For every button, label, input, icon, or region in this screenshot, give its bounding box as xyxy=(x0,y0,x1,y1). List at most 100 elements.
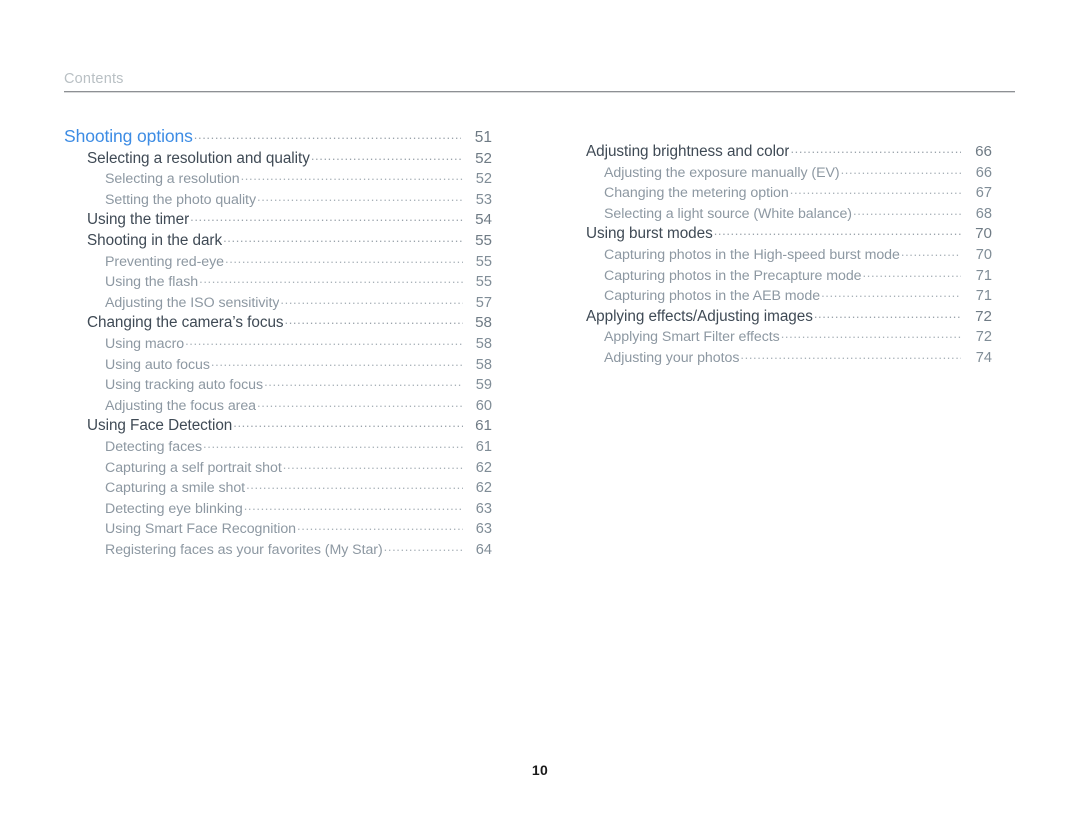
toc-entry-label: Registering faces as your favorites (My … xyxy=(105,541,383,558)
toc-dot-leader xyxy=(225,250,463,266)
toc-entry[interactable]: Detecting eye blinking 63 xyxy=(105,497,492,518)
toc-entry[interactable]: Shooting options 51 xyxy=(64,126,492,147)
toc-entry-page-number: 58 xyxy=(475,335,492,352)
toc-entry[interactable]: Selecting a resolution and quality 52 xyxy=(87,147,492,168)
toc-entry-label: Adjusting the focus area xyxy=(105,397,257,414)
toc-entry[interactable]: Using Smart Face Recognition 63 xyxy=(105,517,492,538)
toc-entry[interactable]: Adjusting the focus area 60 xyxy=(105,394,492,415)
toc-entry[interactable]: Shooting in the dark 55 xyxy=(87,229,492,250)
toc-dot-leader xyxy=(283,456,463,472)
toc-entry[interactable]: Using burst modes 70 xyxy=(586,222,992,243)
toc-entry-label: Adjusting your photos xyxy=(604,349,740,366)
toc-dot-leader xyxy=(714,222,961,238)
toc-dot-leader xyxy=(853,202,961,218)
toc-entry-label: Setting the photo quality xyxy=(105,191,256,208)
toc-dot-leader xyxy=(233,414,463,430)
toc-dot-leader xyxy=(257,394,463,410)
toc-entry-label: Capturing a self portrait shot xyxy=(105,459,282,476)
toc-dot-leader xyxy=(194,126,461,142)
toc-entry[interactable]: Applying Smart Filter effects 72 xyxy=(604,325,992,346)
toc-entry-page-number: 64 xyxy=(475,541,492,558)
toc-entry-label: Capturing a smile shot xyxy=(105,480,246,497)
toc-dot-leader xyxy=(241,167,463,183)
toc-dot-leader xyxy=(901,243,961,259)
toc-dot-leader xyxy=(814,305,961,321)
toc-entry-page-number: 62 xyxy=(475,480,492,497)
toc-dot-leader xyxy=(297,517,463,533)
toc-entry-label: Adjusting the exposure manually (EV) xyxy=(604,164,840,181)
toc-entry[interactable]: Adjusting your photos 74 xyxy=(604,346,992,367)
toc-dot-leader xyxy=(199,270,463,286)
toc-entry-label: Preventing red-eye xyxy=(105,253,224,270)
toc-dot-leader xyxy=(211,353,463,369)
toc-entry-page-number: 54 xyxy=(475,211,492,229)
toc-dot-leader xyxy=(244,497,463,513)
toc-dot-leader xyxy=(185,332,463,348)
toc-entry[interactable]: Adjusting brightness and color 66 xyxy=(586,140,992,161)
toc-column-right: Adjusting brightness and color66Adjustin… xyxy=(586,140,992,367)
folio-page-number: 10 xyxy=(531,762,549,778)
toc-entry-label: Shooting in the dark xyxy=(87,231,223,249)
toc-entry-label: Selecting a resolution xyxy=(105,171,240,188)
header-divider xyxy=(64,91,1015,93)
toc-entry-page-number: 74 xyxy=(975,349,992,366)
toc-entry[interactable]: Capturing photos in the AEB mode 71 xyxy=(604,284,992,305)
toc-entry[interactable]: Setting the photo quality 53 xyxy=(105,188,492,209)
page-header: Contents xyxy=(64,70,1015,93)
toc-dot-leader xyxy=(781,325,961,341)
toc-entry[interactable]: Detecting faces 61 xyxy=(105,435,492,456)
toc-entry[interactable]: Using tracking auto focus 59 xyxy=(105,373,492,394)
toc-entry[interactable]: Changing the metering option 67 xyxy=(604,181,992,202)
toc-entry-label: Detecting eye blinking xyxy=(105,500,243,517)
toc-entry-page-number: 66 xyxy=(975,143,992,160)
toc-entry-page-number: 55 xyxy=(475,274,492,291)
toc-entry-page-number: 70 xyxy=(975,225,992,243)
toc-entry[interactable]: Changing the camera’s focus 58 xyxy=(87,311,492,332)
toc-entry[interactable]: Capturing photos in the High-speed burst… xyxy=(604,243,992,264)
toc-entry-label: Using Smart Face Recognition xyxy=(105,521,297,538)
toc-entry-label: Using macro xyxy=(105,335,185,352)
toc-entry-page-number: 55 xyxy=(475,231,492,249)
toc-entry[interactable]: Selecting a resolution 52 xyxy=(105,167,492,188)
toc-entry[interactable]: Capturing a self portrait shot 62 xyxy=(105,456,492,477)
toc-dot-leader xyxy=(190,208,463,224)
toc-entry-page-number: 61 xyxy=(475,438,492,455)
toc-entry[interactable]: Using macro 58 xyxy=(105,332,492,353)
page-footer: 10 xyxy=(0,762,1080,780)
toc-entry[interactable]: Using auto focus 58 xyxy=(105,353,492,374)
toc-entry[interactable]: Using the flash 55 xyxy=(105,270,492,291)
toc-entry-label: Applying effects/Adjusting images xyxy=(586,307,813,325)
toc-entry-label: Using the flash xyxy=(105,274,199,291)
toc-entry[interactable]: Using the timer 54 xyxy=(87,208,492,229)
toc-dot-leader xyxy=(264,373,463,389)
toc-entry[interactable]: Registering faces as your favorites (My … xyxy=(105,538,492,559)
toc-entry[interactable]: Using Face Detection 61 xyxy=(87,414,492,435)
toc-entry-label: Adjusting brightness and color xyxy=(586,143,790,160)
toc-entry[interactable]: Capturing a smile shot 62 xyxy=(105,476,492,497)
toc-dot-leader xyxy=(863,264,961,280)
toc-entry[interactable]: Capturing photos in the Precapture mode 7… xyxy=(604,264,992,285)
toc-entry-label: Using Face Detection xyxy=(87,417,233,435)
toc-dot-leader xyxy=(257,188,463,204)
toc-entry[interactable]: Preventing red-eye 55 xyxy=(105,250,492,271)
toc-dot-leader xyxy=(841,161,961,177)
toc-entry[interactable]: Adjusting the ISO sensitivity 57 xyxy=(105,291,492,312)
toc-entry-label: Changing the camera’s focus xyxy=(87,314,284,332)
toc-entry-label: Using auto focus xyxy=(105,356,210,373)
toc-entry-page-number: 63 xyxy=(475,500,492,517)
toc-entry[interactable]: Adjusting the exposure manually (EV) 66 xyxy=(604,161,992,182)
toc-entry-page-number: 62 xyxy=(475,459,492,476)
toc-entry-page-number: 57 xyxy=(475,294,492,311)
toc-entry-label: Detecting faces xyxy=(105,438,203,455)
toc-entry-page-number: 71 xyxy=(975,288,992,305)
toc-entry-page-number: 72 xyxy=(975,307,992,325)
toc-entry-page-number: 60 xyxy=(475,397,492,414)
toc-entry-label: Capturing photos in the AEB mode xyxy=(604,288,821,305)
toc-entry-page-number: 51 xyxy=(474,129,492,146)
page-title: Contents xyxy=(64,71,124,87)
toc-entry[interactable]: Selecting a light source (White balance)… xyxy=(604,202,992,223)
toc-entry[interactable]: Applying effects/Adjusting images 72 xyxy=(586,305,992,326)
toc-entry-page-number: 52 xyxy=(475,171,492,188)
toc-entry-label: Using burst modes xyxy=(586,225,713,243)
toc-entry-page-number: 58 xyxy=(475,314,492,332)
